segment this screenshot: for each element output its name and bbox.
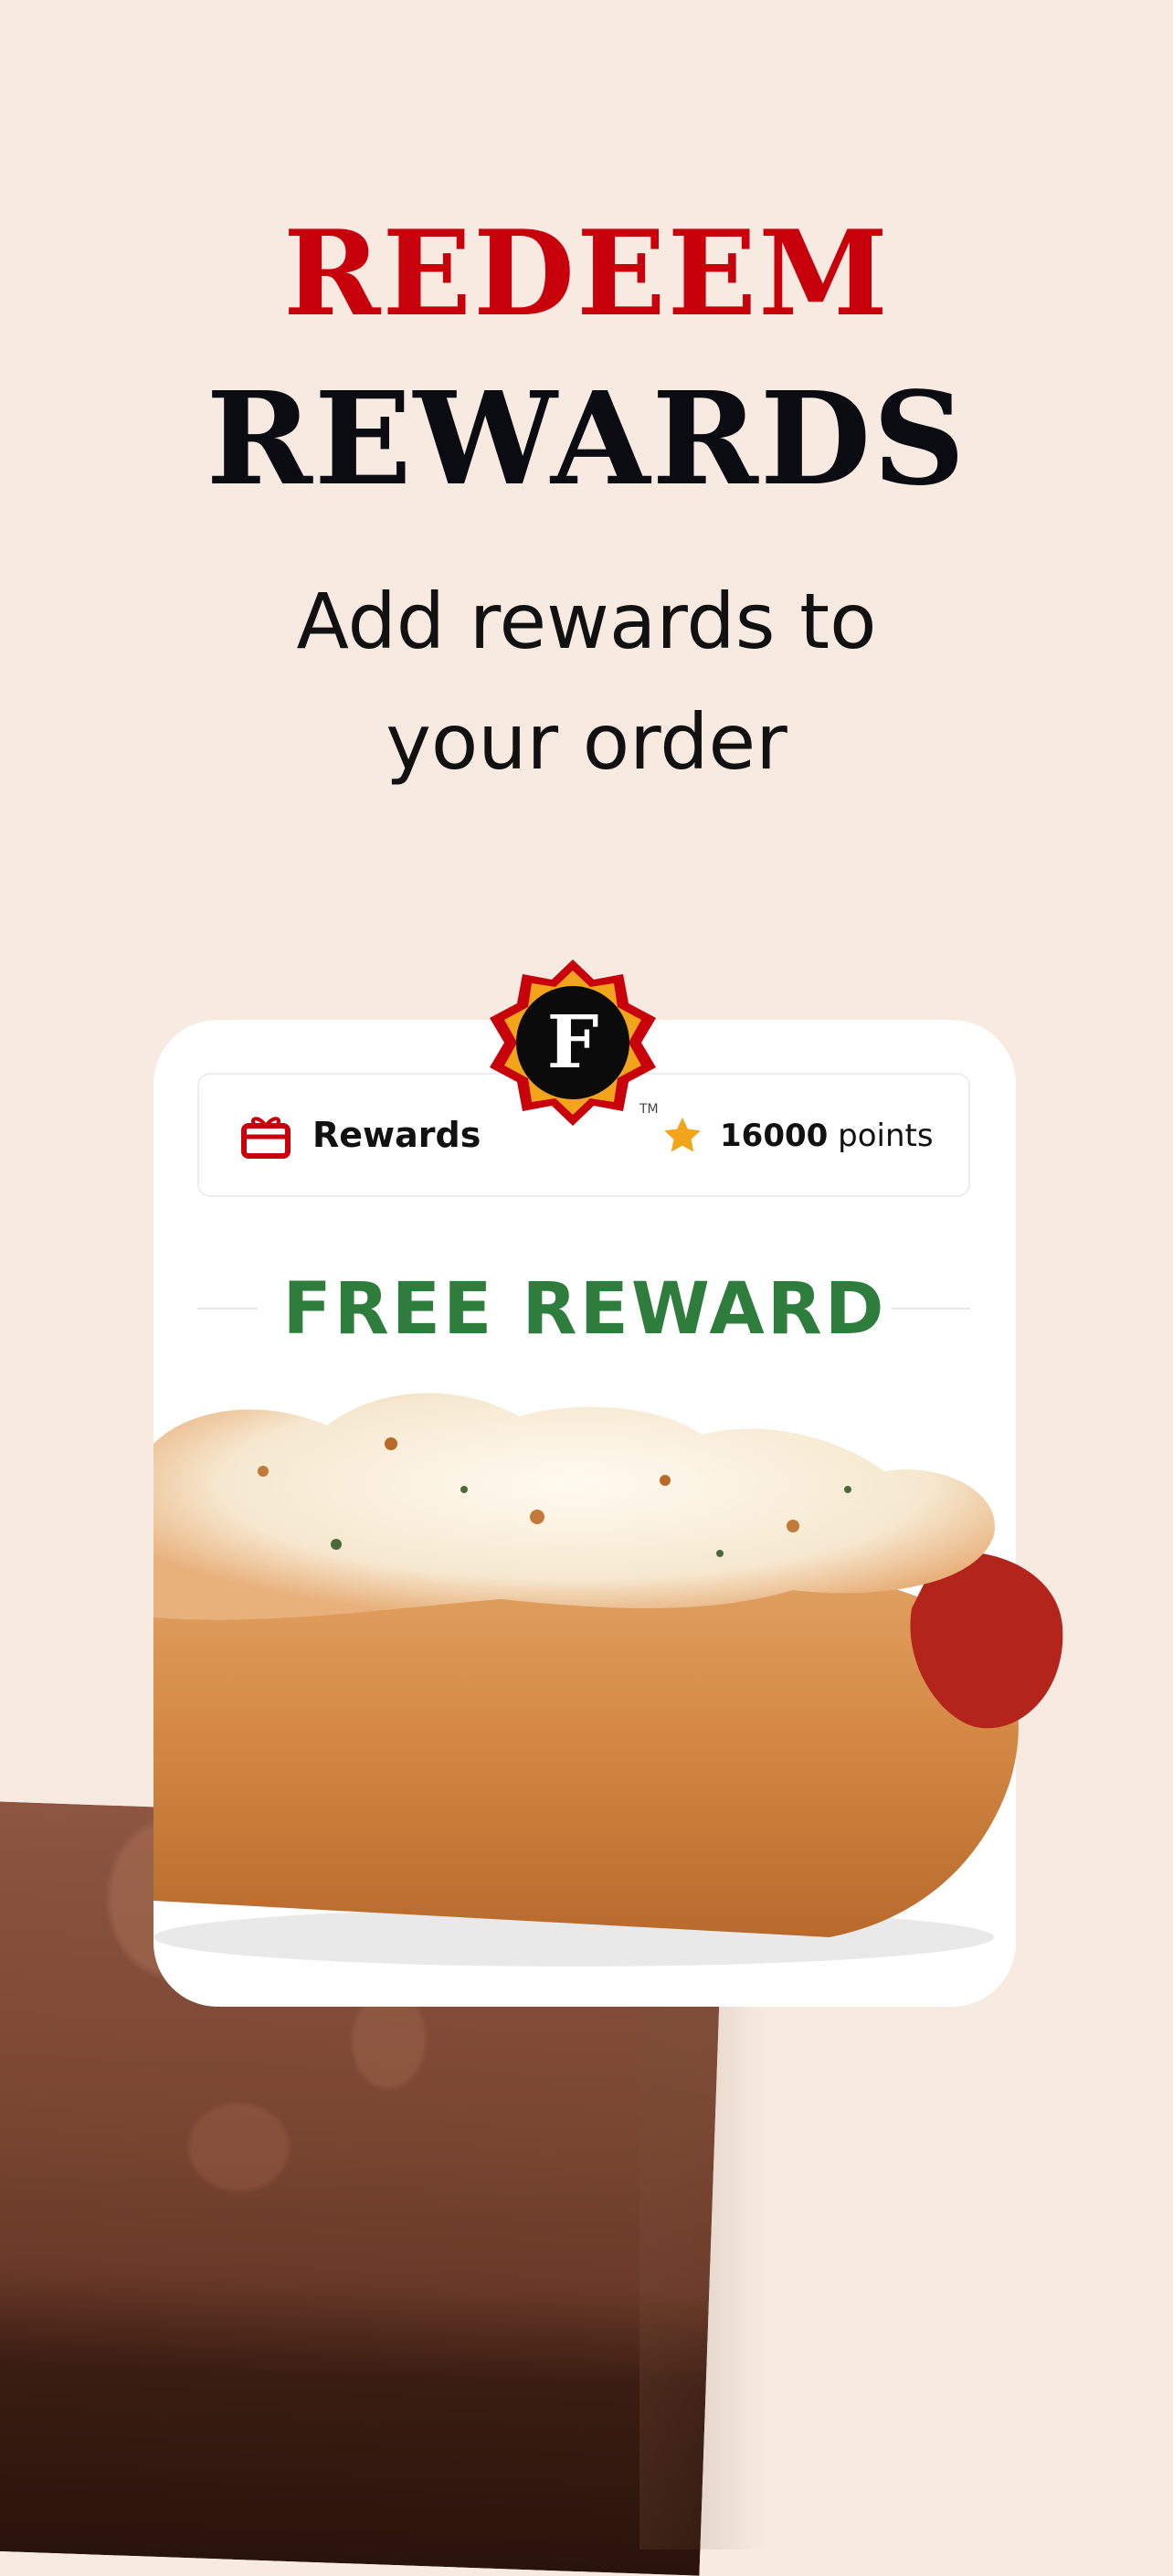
- divider-right: [892, 1308, 970, 1309]
- star-icon: [664, 1117, 701, 1152]
- meatball-sub-image: [153, 1393, 1063, 1966]
- headline-rewards: REWARDS: [206, 365, 967, 514]
- points-unit: points: [838, 1118, 934, 1154]
- headline-redeem: REDEEM: [283, 206, 890, 343]
- firehouse-badge-icon: F: [490, 959, 656, 1126]
- rewards-label: Rewards: [312, 1115, 481, 1155]
- subtitle-line-1: Add rewards to: [296, 577, 877, 666]
- points-display: 16000 points: [720, 1113, 934, 1159]
- subtitle-line-2: your order: [386, 697, 787, 787]
- gift-icon: [241, 1117, 291, 1159]
- badge-letter: F: [547, 999, 599, 1085]
- trademark: TM: [639, 1102, 659, 1117]
- points-value: 16000: [720, 1118, 829, 1154]
- free-reward-title: FREE REWARD: [282, 1268, 887, 1351]
- subtitle: Add rewards to your order: [0, 561, 1173, 802]
